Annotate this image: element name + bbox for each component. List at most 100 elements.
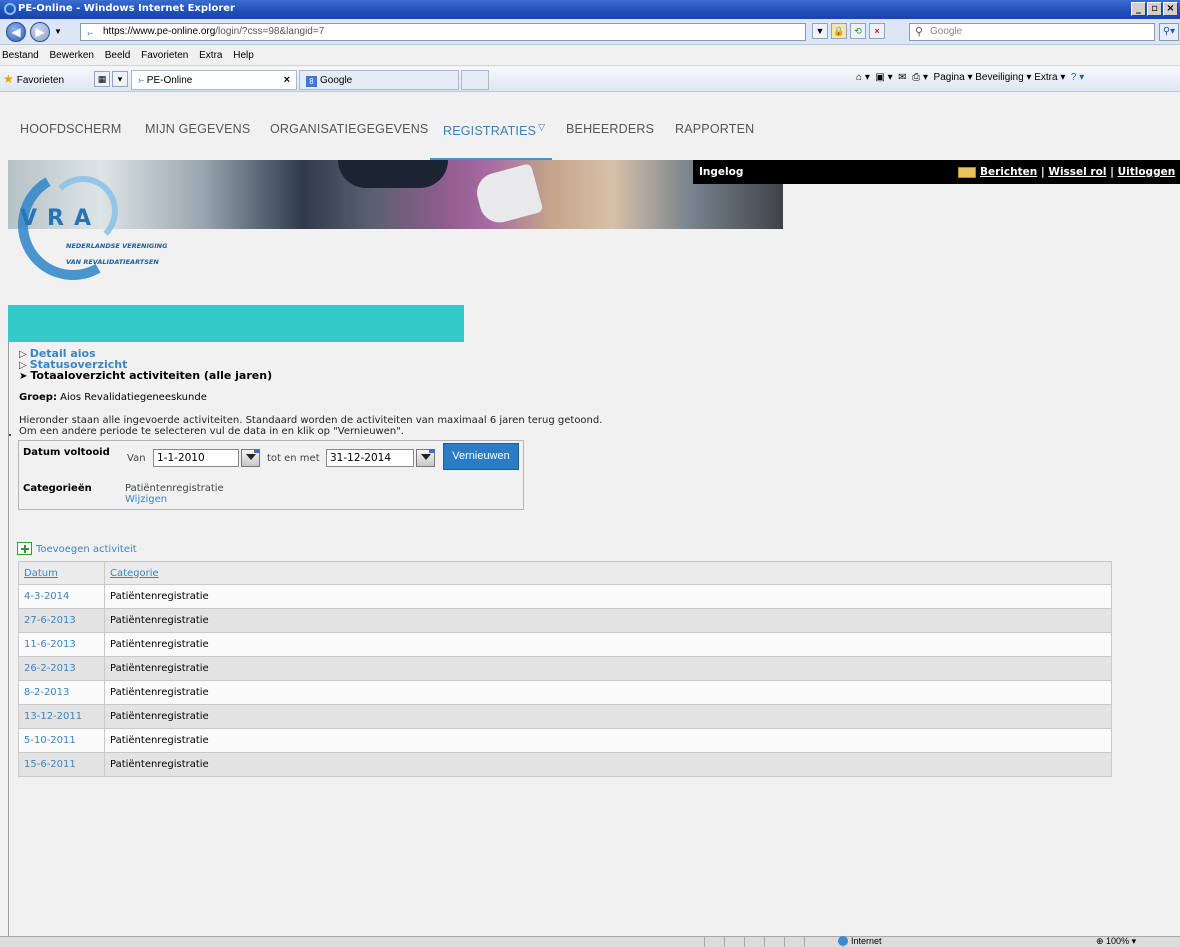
zoom-control[interactable]: ⊕ 100% ▾ [1096, 936, 1136, 947]
calendar-icon[interactable] [241, 449, 260, 467]
search-button[interactable]: ⚲▾ [1159, 23, 1179, 41]
menu-item-bewerken[interactable]: Bewerken [45, 46, 97, 61]
from-date-input[interactable]: 1-1-2010 [153, 449, 239, 467]
group-value: Aios Revalidatiegeneeskunde [60, 392, 207, 403]
forward-button[interactable]: ▶ [30, 22, 50, 42]
url-host: https://www.pe-online.org [103, 26, 216, 37]
menu-item-bestand[interactable]: Bestand [0, 46, 43, 61]
add-activity-label: Toevoegen activiteit [36, 544, 137, 555]
table-row[interactable]: 26-2-2013 Patiëntenregistratie [18, 656, 1112, 681]
feeds-icon[interactable]: ▣ ▾ [875, 72, 892, 83]
table-row[interactable]: 5-10-2011 Patiëntenregistratie [18, 728, 1112, 753]
logo-org-line2: VAN REVALIDATIEARTSEN [66, 258, 159, 266]
calendar-header [429, 449, 435, 453]
favorites-label: Favorieten [16, 75, 65, 86]
nav-mijn-gegevens[interactable]: MIJN GEGEVENS [145, 122, 250, 136]
search-placeholder: Google [930, 26, 963, 37]
quick-tabs-icon[interactable]: ▦ [94, 71, 110, 87]
sort-link[interactable]: Datum [24, 568, 58, 579]
status-cell [744, 937, 764, 947]
table-row[interactable]: 15-6-2011 Patiëntenregistratie [18, 752, 1112, 777]
minimize-button[interactable]: _ [1131, 2, 1146, 16]
intro-text: Hieronder staan alle ingevoerde activite… [19, 415, 602, 437]
star-icon: ★ [3, 72, 14, 86]
page-icon: ›- [138, 75, 144, 85]
date-cell[interactable]: 4-3-2014 [18, 584, 105, 609]
breadcrumb-current: ➤ Totaaloverzicht activiteiten (alle jare… [19, 369, 272, 382]
category-cell: Patiëntenregistratie [104, 728, 1112, 753]
menu-item-help[interactable]: Help [229, 46, 258, 61]
favorites-button[interactable]: ★ Favorieten [3, 72, 64, 86]
category-cell: Patiëntenregistratie [104, 752, 1112, 777]
logged-in-label: Ingelog [699, 166, 744, 178]
nav-registraties[interactable]: REGISTRATIES ▽ [443, 122, 545, 138]
logout-link[interactable]: Uitloggen [1118, 166, 1176, 178]
close-window-button[interactable]: × [1163, 2, 1178, 16]
menu-item-beeld[interactable]: Beeld [101, 46, 135, 61]
table-row[interactable]: 11-6-2013 Patiëntenregistratie [18, 632, 1112, 657]
envelope-icon[interactable] [958, 167, 976, 178]
nav-rapporten[interactable]: RAPPORTEN [675, 122, 754, 136]
status-cell [784, 937, 804, 947]
category-cell: Patiëntenregistratie [104, 656, 1112, 681]
bullet-dot [9, 434, 11, 436]
date-cell[interactable]: 15-6-2011 [18, 752, 105, 777]
command-menus[interactable]: Pagina ▾ Beveiliging ▾ Extra ▾ [934, 72, 1066, 83]
security-zone[interactable]: Internet [838, 936, 882, 946]
back-button[interactable]: ◀ [6, 22, 26, 42]
search-input[interactable]: ⚲ Google [909, 23, 1155, 41]
change-categories-link[interactable]: Wijzigen [125, 494, 167, 505]
sort-link[interactable]: Categorie [110, 568, 159, 579]
column-header-date[interactable]: Datum [18, 561, 105, 585]
vra-logo[interactable]: VRA NEDERLANDSE VERENIGING VAN REVALIDAT… [5, 157, 188, 293]
history-dropdown-icon[interactable]: ▼ [54, 27, 62, 36]
help-icon[interactable]: ? ▾ [1068, 72, 1084, 83]
refresh-button[interactable]: Vernieuwen [443, 443, 519, 470]
command-bar: ⌂ ▾ ▣ ▾ ✉ ⎙ ▾ Pagina ▾ Beveiliging ▾ Ext… [856, 72, 1084, 83]
refresh-icon[interactable]: ⟲ [850, 23, 866, 39]
teal-header-bar [8, 305, 464, 342]
stop-icon[interactable]: × [869, 23, 885, 39]
date-cell[interactable]: 11-6-2013 [18, 632, 105, 657]
lock-icon[interactable]: 🔒 [831, 23, 847, 39]
table-header-row: Datum Categorie [18, 561, 1112, 585]
url-input[interactable]: ›- https://www.pe-online.org/login/?css=… [80, 23, 806, 41]
banner-figure [472, 163, 544, 227]
date-cell[interactable]: 8-2-2013 [18, 680, 105, 705]
calendar-header [254, 449, 260, 453]
add-activity-link[interactable]: Toevoegen activiteit [17, 542, 137, 555]
messages-link[interactable]: Berichten [980, 166, 1037, 178]
table-row[interactable]: 13-12-2011 Patiëntenregistratie [18, 704, 1112, 729]
nav-organisatiegegevens[interactable]: ORGANISATIEGEGEVENS [270, 122, 428, 136]
status-cell [724, 937, 744, 947]
arrow-icon: ➤ [19, 371, 28, 382]
tab-list-icon[interactable]: ▾ [112, 71, 128, 87]
switch-role-link[interactable]: Wissel rol [1048, 166, 1106, 178]
date-cell[interactable]: 26-2-2013 [18, 656, 105, 681]
home-icon[interactable]: ⌂ ▾ [856, 72, 870, 83]
nav-beheerders[interactable]: BEHEERDERS [566, 122, 654, 136]
new-tab-button[interactable] [461, 70, 489, 90]
menu-item-extra[interactable]: Extra [195, 46, 226, 61]
close-tab-icon[interactable]: × [284, 74, 290, 86]
table-row[interactable]: 27-6-2013 Patiëntenregistratie [18, 608, 1112, 633]
date-cell[interactable]: 27-6-2013 [18, 608, 105, 633]
table-row[interactable]: 4-3-2014 Patiëntenregistratie [18, 584, 1112, 609]
group-info: Groep: Aios Revalidatiegeneeskunde [19, 392, 207, 403]
tab-google[interactable]: 8 Google [299, 70, 459, 90]
to-date-input[interactable]: 31-12-2014 [326, 449, 414, 467]
date-cell[interactable]: 13-12-2011 [18, 704, 105, 729]
mail-icon[interactable]: ✉ [898, 72, 906, 83]
globe-icon [838, 936, 848, 946]
menu-item-favorieten[interactable]: Favorieten [137, 46, 192, 61]
print-icon[interactable]: ⎙ ▾ [912, 72, 928, 83]
nav-hoofdscherm[interactable]: HOOFDSCHERM [20, 122, 122, 136]
tab-pe-online[interactable]: ›- PE-Online × [131, 70, 297, 90]
column-header-category[interactable]: Categorie [104, 561, 1112, 585]
table-row[interactable]: 8-2-2013 Patiëntenregistratie [18, 680, 1112, 705]
calendar-icon[interactable] [416, 449, 435, 467]
url-dropdown-icon[interactable]: ▼ [812, 23, 828, 39]
date-cell[interactable]: 5-10-2011 [18, 728, 105, 753]
quick-tabs: ▦ ▾ [94, 71, 128, 87]
maximize-button[interactable]: ▫ [1147, 2, 1162, 16]
